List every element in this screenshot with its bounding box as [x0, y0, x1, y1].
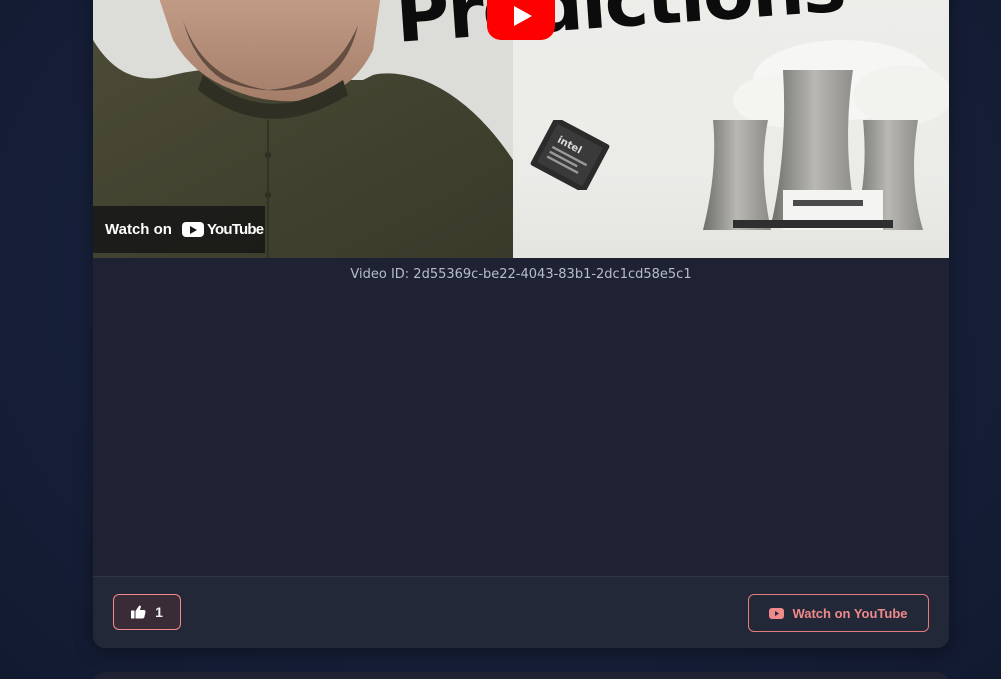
- cooling-towers-image: [703, 40, 949, 230]
- watch-on-youtube-label: Watch on YouTube: [792, 605, 908, 621]
- youtube-logo: YouTube: [181, 221, 264, 238]
- card-footer: 1 Watch on YouTube: [93, 576, 949, 648]
- youtube-logo-icon: [181, 222, 204, 237]
- video-thumbnail[interactable]: Predictions intel Watch on YouTube: [93, 0, 949, 258]
- video-card: Predictions intel Watch on YouTube Video…: [93, 0, 949, 648]
- video-id-text: Video ID: 2d55369c-be22-4043-83b1-2dc1cd…: [350, 267, 692, 282]
- thumbs-up-icon: [131, 605, 146, 619]
- chip-image: intel: [530, 120, 610, 190]
- youtube-logo-text: YouTube: [206, 221, 264, 238]
- watch-on-youtube-overlay[interactable]: Watch on YouTube: [93, 206, 265, 253]
- next-card: [93, 672, 949, 679]
- like-count: 1: [155, 604, 163, 620]
- play-icon: [514, 6, 532, 26]
- like-button[interactable]: 1: [113, 594, 181, 630]
- play-button[interactable]: [487, 0, 555, 40]
- watch-on-youtube-button[interactable]: Watch on YouTube: [748, 594, 929, 632]
- youtube-icon: [769, 607, 785, 619]
- watch-on-text: Watch on: [105, 221, 172, 238]
